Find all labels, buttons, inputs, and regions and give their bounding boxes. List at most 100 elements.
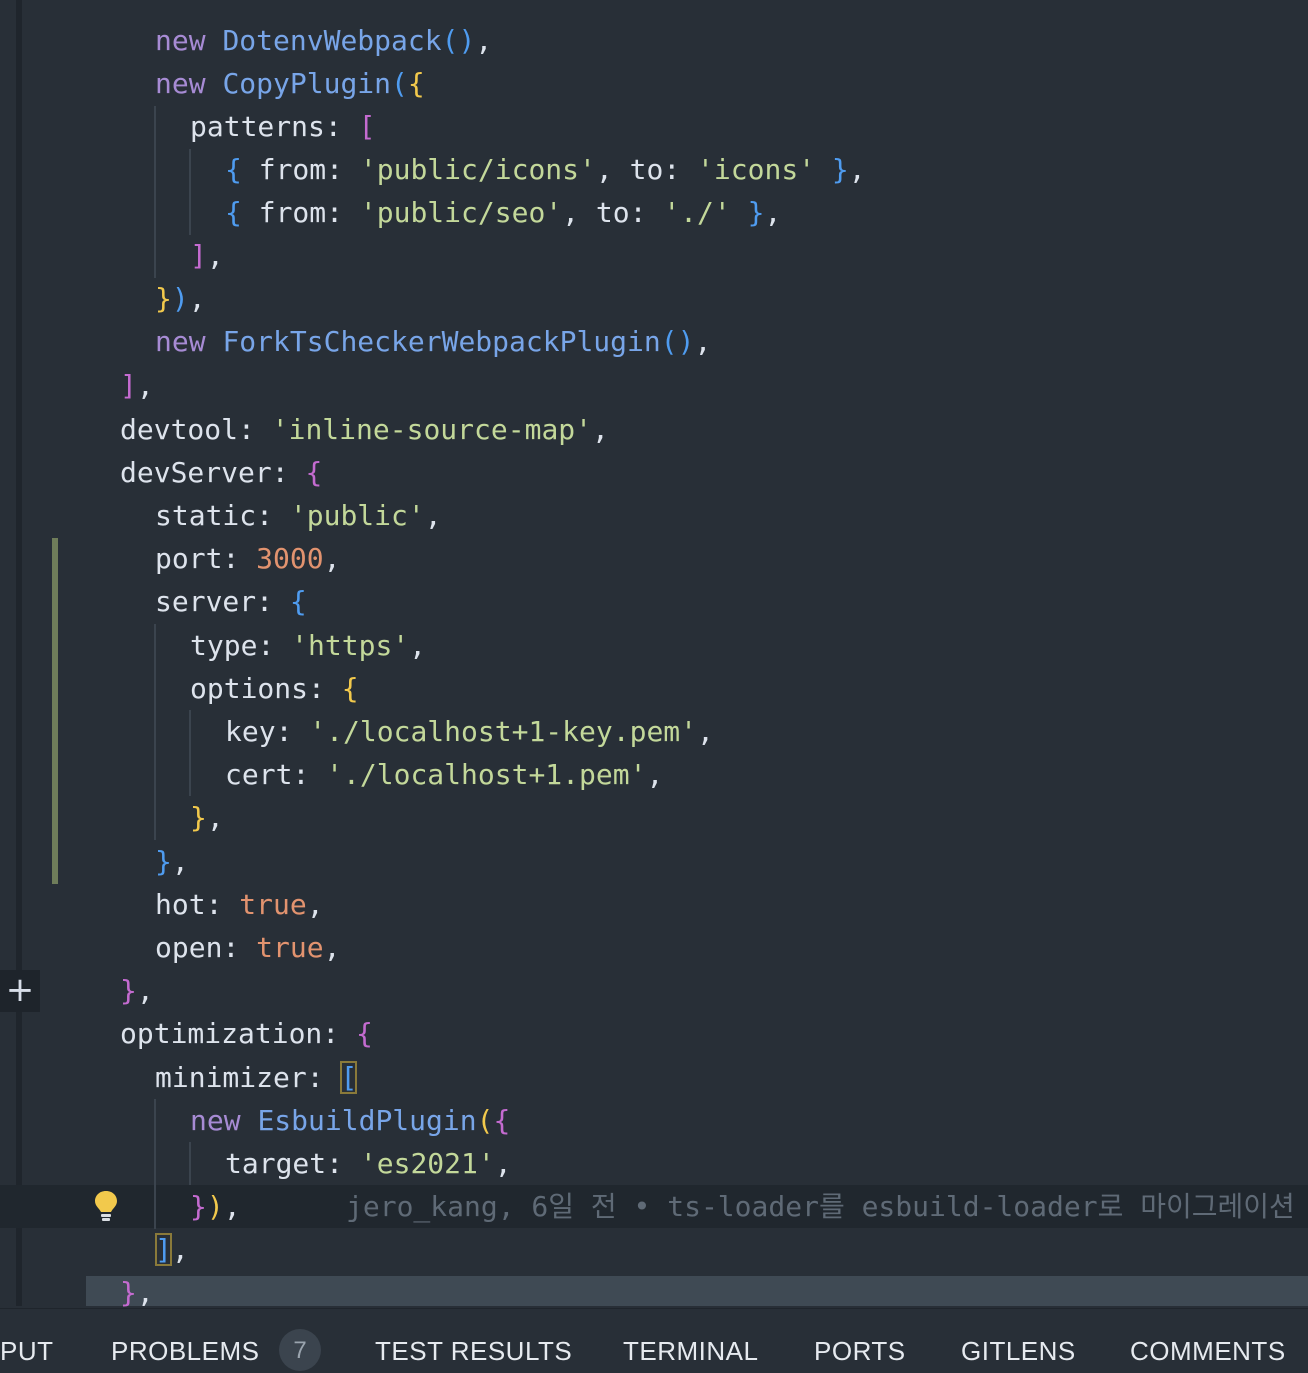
punctuation: , [223,1190,241,1223]
string: './' [663,196,731,229]
code-line-11[interactable]: devServer: { [120,451,322,494]
punctuation: : [663,153,698,186]
class-name: DotenvWebpack [222,24,442,57]
string: './localhost+1.pem' [326,758,647,791]
code-editor[interactable]: + new DotenvWebpack(), new CopyPlugin({ … [0,0,1308,1308]
paren: ( [660,325,678,358]
tab-ports[interactable]: PORTS [814,1331,906,1371]
punctuation: , [592,413,609,446]
add-line-icon[interactable]: + [0,970,40,1012]
code-line-21[interactable]: hot: true, [155,883,324,926]
punctuation: : [326,153,360,186]
property: cert [225,758,293,791]
class-name: ForkTsCheckerWebpackPlugin [222,325,661,358]
code-line-6[interactable]: ], [190,234,224,277]
code-line-27[interactable]: target: 'es2021', [225,1142,512,1185]
code-line-17[interactable]: key: './localhost+1-key.pem', [225,710,714,753]
punctuation: , [697,715,714,748]
code-line-20[interactable]: }, [155,840,189,883]
punctuation: , [595,153,630,186]
property: devServer [120,456,272,489]
string: 'icons' [697,153,816,186]
tab-comments[interactable]: COMMENTS [1130,1331,1286,1371]
code-line-5[interactable]: { from: 'public/seo', to: './' }, [225,191,781,234]
code-line-26[interactable]: new EsbuildPlugin({ [190,1099,510,1142]
code-line-13[interactable]: port: 3000, [155,537,340,580]
code-line-8[interactable]: new ForkTsCheckerWebpackPlugin(), [155,320,711,363]
punctuation: : [306,1061,341,1094]
punctuation: , [171,845,189,878]
punctuation: , [848,153,866,186]
punctuation: , [306,888,324,921]
activity-rail [16,0,22,1306]
code-line-10[interactable]: devtool: 'inline-source-map', [120,408,609,451]
code-line-1[interactable]: new DotenvWebpack(), [155,19,492,62]
panel-tab-bar: PUT PROBLEMS 7 TEST RESULTS TERMINAL POR… [0,1308,1308,1371]
code-line-28[interactable]: }), [190,1185,241,1228]
indent-guide [154,1099,156,1229]
code-line-22[interactable]: open: true, [155,926,340,969]
tab-test-results[interactable]: TEST RESULTS [375,1331,572,1371]
punctuation: , [136,974,154,1007]
string: 'es2021' [359,1147,495,1180]
string: 'inline-source-map' [271,413,593,446]
property: to [629,153,664,186]
paren: ( [476,1104,494,1137]
brace: } [730,196,765,229]
keyword: new [155,24,206,57]
tab-terminal[interactable]: TERMINAL [623,1331,758,1371]
punctuation: : [324,110,359,143]
code-line-4[interactable]: { from: 'public/icons', to: 'icons' }, [225,148,866,191]
code-line-30[interactable]: }, [120,1271,154,1308]
brace: { [341,672,359,705]
code-line-3[interactable]: patterns: [ [190,105,375,148]
code-line-25[interactable]: minimizer: [ [155,1056,358,1099]
punctuation: , [562,196,596,229]
brace: } [190,1190,207,1223]
code-line-2[interactable]: new CopyPlugin({ [155,62,425,105]
code-line-15[interactable]: type: 'https', [190,624,426,667]
punctuation: , [409,629,427,662]
property: static [155,499,257,532]
code-line-7[interactable]: }), [155,277,206,320]
paren: ) [458,24,476,57]
code-line-19[interactable]: }, [190,796,224,839]
string: 'public/seo' [359,196,563,229]
indent-guide [154,624,156,840]
code-line-12[interactable]: static: 'public', [155,494,442,537]
punctuation: : [205,888,240,921]
tab-problems[interactable]: PROBLEMS [111,1331,260,1371]
property: port [155,542,223,575]
matched-bracket: [ [340,1061,358,1094]
lightbulb-icon[interactable] [90,1186,122,1226]
punctuation: , [323,931,341,964]
punctuation: : [222,542,257,575]
punctuation: : [222,931,257,964]
indent-guide [189,710,191,796]
paren: ( [391,67,408,100]
tab-output[interactable]: PUT [0,1331,54,1371]
keyword: new [155,325,206,358]
property: server [155,585,257,618]
string: 'public/icons' [359,153,596,186]
code-line-14[interactable]: server: { [155,580,307,623]
brace: } [815,153,849,186]
brace: } [155,282,172,315]
tab-gitlens[interactable]: GITLENS [961,1331,1076,1371]
inline-blame-annotation[interactable]: jero_kang, 6일 전 • ts-loader를 esbuild-loa… [346,1185,1295,1228]
code-line-9[interactable]: ], [120,364,154,407]
property: hot [155,888,206,921]
boolean: true [256,931,324,964]
punctuation: , [764,196,782,229]
punctuation: , [136,1276,154,1308]
brace: } [120,1276,137,1308]
number: 3000 [256,542,324,575]
code-line-23[interactable]: }, [120,969,154,1012]
gutter-modified-indicator[interactable] [52,538,58,884]
code-line-16[interactable]: options: { [190,667,359,710]
code-line-24[interactable]: optimization: { [120,1012,373,1055]
code-line-18[interactable]: cert: './localhost+1.pem', [225,753,663,796]
paren: ) [206,1190,224,1223]
code-line-29[interactable]: ], [155,1228,189,1271]
property: options [190,672,309,705]
